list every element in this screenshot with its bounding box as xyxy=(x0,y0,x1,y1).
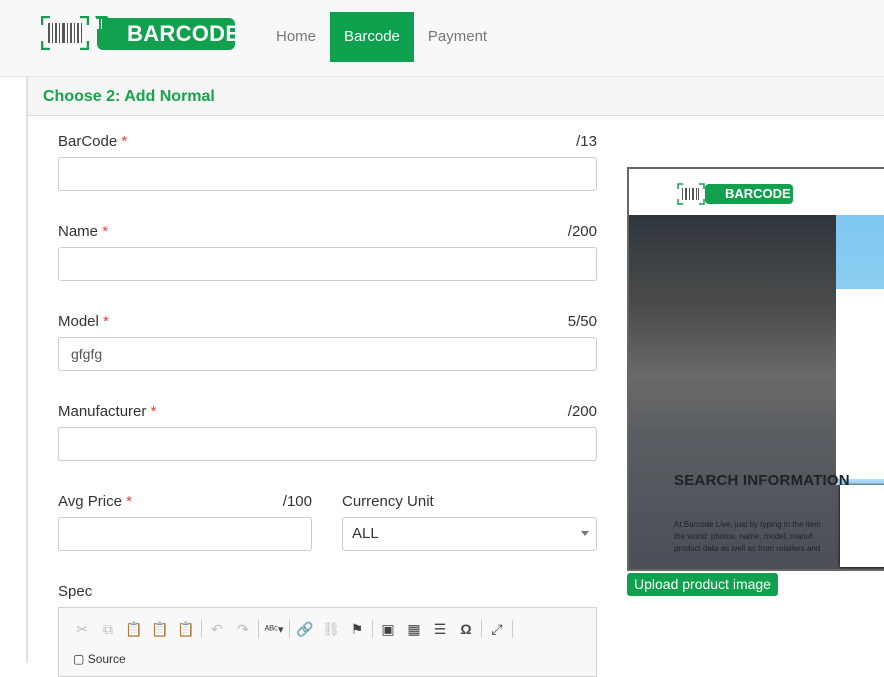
barcode-label-text: BarCode xyxy=(58,133,118,150)
barcode-label: BarCode * xyxy=(58,133,127,150)
preview-heading: SEARCH INFORMATION xyxy=(674,472,850,489)
name-label: Name * xyxy=(58,223,108,240)
required-mark: * xyxy=(126,493,132,510)
leaf-icon xyxy=(95,16,121,36)
nav-barcode[interactable]: Barcode xyxy=(330,12,414,62)
manufacturer-counter: /200 xyxy=(567,403,597,420)
unlink-icon[interactable]: ⛓ xyxy=(318,618,344,640)
source-label: Source xyxy=(87,652,126,666)
preview-header: BARCODE xyxy=(629,169,884,215)
nav-payment[interactable]: Payment xyxy=(414,12,501,62)
preview-card xyxy=(836,289,884,479)
source-icon: ▢ xyxy=(73,652,85,666)
toolbar-divider xyxy=(481,620,482,638)
preview-card xyxy=(840,485,884,567)
required-mark: * xyxy=(103,313,109,330)
barcode-counter: /13 xyxy=(576,133,597,150)
avg-price-label-text: Avg Price xyxy=(58,493,122,510)
anchor-icon[interactable]: ⚑ xyxy=(344,618,370,640)
paste-icon[interactable]: 📋 xyxy=(121,618,147,640)
undo-icon[interactable]: ↶ xyxy=(204,618,230,640)
preview-body-text: At Barcode Live, just by typing in the i… xyxy=(674,520,821,553)
paste-word-icon[interactable]: 📋 xyxy=(173,618,199,640)
avg-price-counter: /100 xyxy=(282,493,312,510)
brand-logo[interactable]: BARCODE xyxy=(41,14,240,54)
barcode-input[interactable] xyxy=(58,157,597,191)
upload-image-button[interactable]: Upload product image xyxy=(627,573,778,596)
toolbar-divider xyxy=(372,620,373,638)
currency-selected-value: ALL xyxy=(352,525,379,542)
toolbar-divider xyxy=(201,620,202,638)
spec-label: Spec xyxy=(58,583,93,600)
editor-toolbar: ✂ ⧉ 📋 📋 📋 ↶ ↷ ᴬᴮᶜ▾ 🔗 ⛓ ⚑ ▣ ▦ ☰ Ω ⤢ xyxy=(69,618,515,640)
link-icon[interactable]: 🔗 xyxy=(292,618,318,640)
manufacturer-label-text: Manufacturer xyxy=(58,403,147,420)
image-icon[interactable]: ▣ xyxy=(375,618,401,640)
cut-icon[interactable]: ✂ xyxy=(69,618,95,640)
redo-icon[interactable]: ↷ xyxy=(230,618,256,640)
top-navbar: BARCODE Home Barcode Payment xyxy=(0,0,884,77)
main-nav: Home Barcode Payment xyxy=(262,12,501,62)
currency-select[interactable]: ALL xyxy=(342,517,597,551)
name-input[interactable] xyxy=(58,247,597,281)
required-mark: * xyxy=(102,223,109,240)
model-counter: 5/50 xyxy=(567,313,597,330)
copy-icon[interactable]: ⧉ xyxy=(95,618,121,640)
maximize-icon[interactable]: ⤢ xyxy=(484,618,510,640)
horizontal-line-icon[interactable]: ☰ xyxy=(427,618,453,640)
left-gutter xyxy=(0,77,27,663)
required-mark: * xyxy=(121,133,128,150)
spellcheck-icon[interactable]: ᴬᴮᶜ▾ xyxy=(261,618,287,640)
preview-logo-text: BARCODE xyxy=(705,184,793,204)
barcode-logo-icon xyxy=(41,16,89,50)
paste-text-icon[interactable]: 📋 xyxy=(147,618,173,640)
chevron-down-icon xyxy=(581,531,589,536)
model-label-text: Model xyxy=(58,313,99,330)
manufacturer-input[interactable] xyxy=(58,427,597,461)
product-image-preview: BARCODE SEARCH INFORMATION At Barcode Li… xyxy=(627,167,884,571)
special-char-icon[interactable]: Ω xyxy=(453,618,479,640)
avg-price-input[interactable] xyxy=(58,517,312,551)
table-icon[interactable]: ▦ xyxy=(401,618,427,640)
source-button[interactable]: ▢ Source xyxy=(73,652,126,666)
name-counter: /200 xyxy=(567,223,597,240)
avg-price-label: Avg Price * xyxy=(58,493,132,510)
currency-label: Currency Unit xyxy=(342,493,434,510)
toolbar-divider xyxy=(258,620,259,638)
model-input[interactable]: gfgfg xyxy=(58,337,597,371)
spec-rich-editor[interactable]: ✂ ⧉ 📋 📋 📋 ↶ ↷ ᴬᴮᶜ▾ 🔗 ⛓ ⚑ ▣ ▦ ☰ Ω ⤢ ▢ Sou… xyxy=(58,607,597,677)
nav-home[interactable]: Home xyxy=(262,12,330,62)
manufacturer-label: Manufacturer * xyxy=(58,403,156,420)
toolbar-divider xyxy=(512,620,513,638)
model-label: Model * xyxy=(58,313,109,330)
required-mark: * xyxy=(150,403,157,420)
panel-title: Choose 2: Add Normal xyxy=(28,77,884,116)
barcode-logo-icon xyxy=(677,183,705,205)
toolbar-divider xyxy=(289,620,290,638)
name-label-text: Name xyxy=(58,223,99,240)
